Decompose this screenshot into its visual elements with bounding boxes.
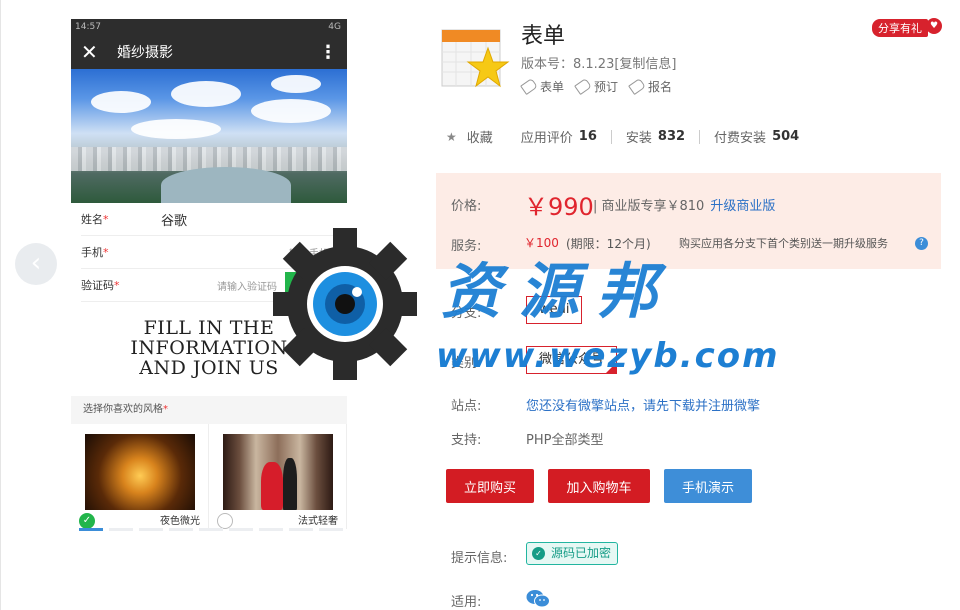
carousel-dot[interactable] [79,528,103,531]
tag-item[interactable]: 预订 [574,77,618,96]
service-note: 购买应用各分支下首个类别送一期升级服务 [679,237,888,250]
name-label: 姓名* [81,213,109,226]
buy-now-button[interactable]: 立即购买 [446,469,534,503]
wechat-icon [526,590,550,607]
code-label: 验证码* [81,279,120,292]
rating-label: 应用评价 [520,131,573,146]
style-option-french[interactable]: 法式轻奢 [209,424,347,529]
paid-installs-value: 504 [772,129,800,144]
phone-nav-title: 婚纱摄影 [117,45,173,61]
apply-label: 适用: [451,595,482,610]
tag-item[interactable]: 表单 [520,77,564,96]
tag-icon [628,77,646,96]
status-time: 14:57 [75,22,101,32]
check-icon[interactable]: ✓ [79,513,95,529]
support-value: PHP全部类型 [526,433,604,448]
product-page: ‹ 14:57 4G ✕ 婚纱摄影 ⋮ 姓名* 谷歌 手机* 输入手机 [0,0,960,610]
app-title: 表单 [521,24,566,49]
site-label: 站点: [451,399,482,414]
tag-icon [574,77,592,96]
paid-installs-label: 付费安装 [714,131,767,146]
installs-label: 安装 [625,131,652,146]
tag-item[interactable]: 报名 [628,77,672,96]
star-icon[interactable]: ★ [446,130,457,144]
tag-list: 表单 预订 报名 [520,77,672,96]
register-site-link[interactable]: 您还没有微擎站点，请先下载并注册微擎 [526,395,760,414]
phone-nav-bar: ✕ 婚纱摄影 ⋮ [71,35,347,69]
phone-label: 手机* [81,246,109,259]
watermark-gear-icon [273,228,417,380]
status-signal: 4G [328,22,341,32]
app-stats: ★ 收藏 应用评价 16 安装 832 付费安装 504 [446,127,799,146]
style-section-title: 选择你喜欢的风格* [71,396,347,424]
name-input[interactable]: 谷歌 [151,210,337,229]
carousel-prev-button[interactable]: ‹ [15,243,57,285]
business-price-note: | 商业版专享￥810 升级商业版 [593,199,776,214]
style-option-night[interactable]: ✓ 夜色微光 [71,424,209,529]
style-name: 夜色微光 [160,516,200,527]
carousel-dots [79,528,343,531]
watermark-url: www.wezyb.com [436,336,780,376]
gift-icon[interactable]: ♥ [926,18,942,34]
app-icon [441,29,510,88]
radio-icon[interactable] [217,513,233,529]
carousel-dot[interactable] [259,528,283,531]
watermark-text: 资源邦 [441,257,675,327]
style-image [85,434,195,510]
style-name: 法式轻奢 [298,516,338,527]
carousel-dot[interactable] [109,528,133,531]
carousel-dot[interactable] [169,528,193,531]
tag-icon [520,77,538,96]
close-icon[interactable]: ✕ [81,40,107,64]
carousel-dot[interactable] [229,528,253,531]
carousel-dot[interactable] [199,528,223,531]
mobile-demo-button[interactable]: 手机演示 [664,469,752,503]
encrypted-badge: ✓ 源码已加密 [526,542,619,565]
price-value: ￥990 [524,193,594,221]
style-image [223,434,333,510]
upgrade-business-link[interactable]: 升级商业版 [710,199,775,214]
carousel-dot[interactable] [289,528,313,531]
installs-value: 832 [657,129,686,144]
carousel-dot[interactable] [139,528,163,531]
price-label: 价格: [451,199,482,214]
hint-label: 提示信息: [451,551,508,566]
code-input[interactable]: 请输入验证码 [151,278,285,293]
version-info: 版本号：8.1.23[复制信息] [521,57,677,72]
share-reward-badge[interactable]: 分享有礼 [872,19,928,37]
more-icon[interactable]: ⋮ [319,42,337,63]
carousel-dot[interactable] [319,528,343,531]
support-label: 支持: [451,433,482,448]
style-options: ✓ 夜色微光 法式轻奢 [71,424,347,529]
banner-image [71,69,347,203]
status-bar: 14:57 4G [71,19,347,35]
rating-value: 16 [578,129,597,144]
chevron-left-icon: ‹ [30,248,42,278]
favorite-link[interactable]: 收藏 [467,127,493,146]
check-circle-icon: ✓ [532,547,545,560]
add-to-cart-button[interactable]: 加入购物车 [548,469,650,503]
help-icon[interactable]: ? [915,237,928,250]
